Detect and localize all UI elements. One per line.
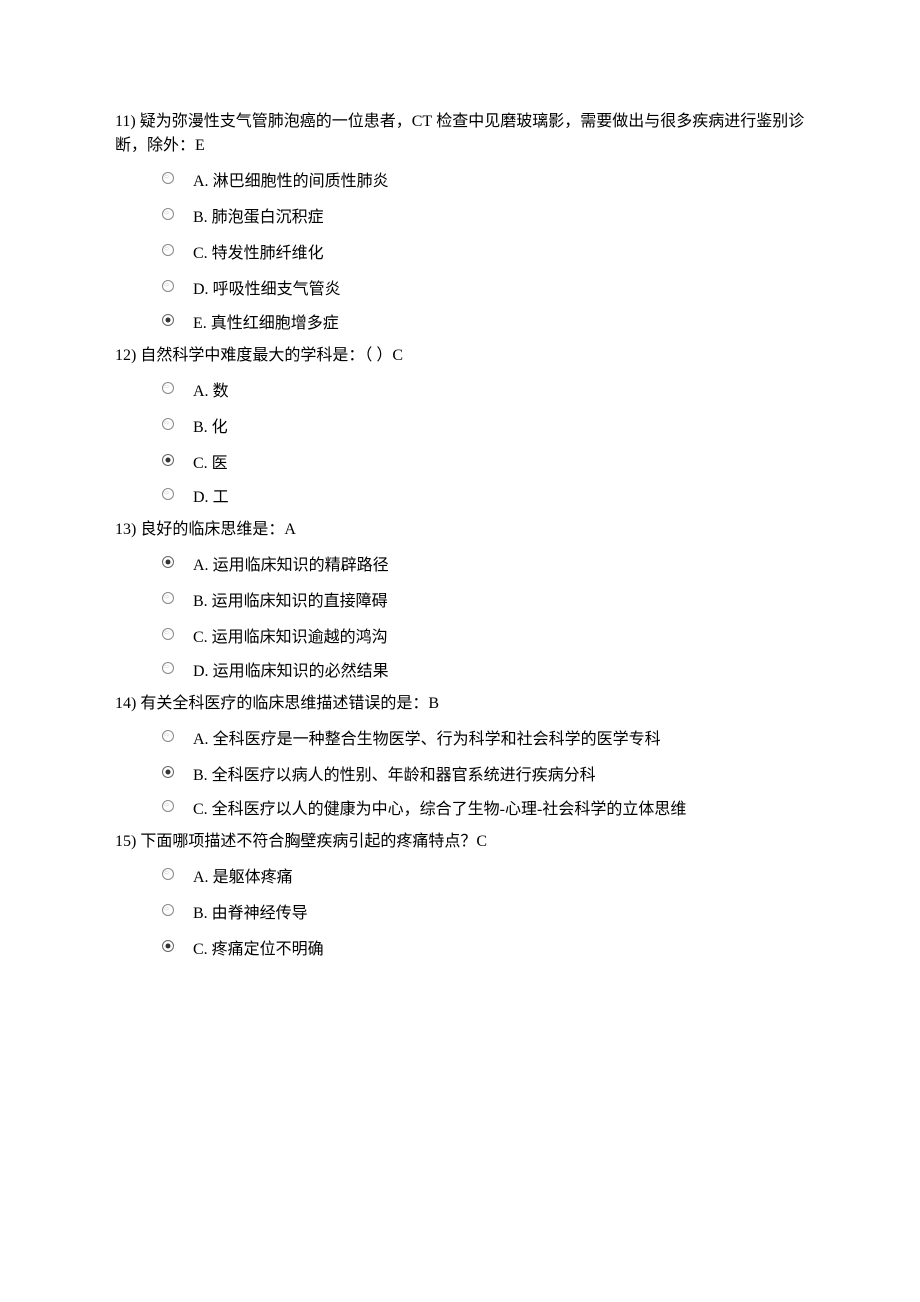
q12-option-b[interactable]: B. 化 <box>115 410 805 446</box>
radio-selected-icon <box>161 765 175 779</box>
q11-option-c[interactable]: C. 特发性肺纤维化 <box>115 236 805 272</box>
question-12: 12) 自然科学中难度最大的学科是：（ ）C A. 数 B. 化 C. 医 D.… <box>115 344 805 514</box>
q13-option-b[interactable]: B. 运用临床知识的直接障碍 <box>115 584 805 620</box>
q11-option-a[interactable]: A. 淋巴细胞性的间质性肺炎 <box>115 164 805 200</box>
q11-option-e[interactable]: E. 真性红细胞增多症 <box>115 308 805 340</box>
q14-answer: B <box>428 695 439 712</box>
q15-number: 15) <box>115 833 136 850</box>
radio-icon <box>161 243 175 257</box>
option-label: E. 真性红细胞增多症 <box>193 312 339 336</box>
radio-icon <box>161 729 175 743</box>
radio-icon <box>161 867 175 881</box>
q12-number: 12) <box>115 347 136 364</box>
option-label: D. 工 <box>193 486 229 510</box>
option-label: B. 化 <box>193 416 228 440</box>
option-label: A. 淋巴细胞性的间质性肺炎 <box>193 170 389 194</box>
q13-option-a[interactable]: A. 运用临床知识的精辟路径 <box>115 548 805 584</box>
question-14: 14) 有关全科医疗的临床思维描述错误的是：B A. 全科医疗是一种整合生物医学… <box>115 692 805 826</box>
q13-option-d[interactable]: D. 运用临床知识的必然结果 <box>115 656 805 688</box>
option-label: C. 全科医疗以人的健康为中心，综合了生物-心理-社会科学的立体思维 <box>193 798 686 822</box>
q11-option-b[interactable]: B. 肺泡蛋白沉积症 <box>115 200 805 236</box>
q12-option-c[interactable]: C. 医 <box>115 446 805 482</box>
radio-selected-icon <box>161 939 175 953</box>
q12-option-d[interactable]: D. 工 <box>115 482 805 514</box>
q12-answer: C <box>392 347 403 364</box>
question-15-text: 15) 下面哪项描述不符合胸壁疾病引起的疼痛特点？C <box>115 830 805 854</box>
q13-number: 13) <box>115 521 136 538</box>
radio-selected-icon <box>161 453 175 467</box>
radio-icon <box>161 207 175 221</box>
question-11: 11) 疑为弥漫性支气管肺泡癌的一位患者，CT 检查中见磨玻璃影，需要做出与很多… <box>115 110 805 340</box>
q11-option-d[interactable]: D. 呼吸性细支气管炎 <box>115 272 805 308</box>
q11-en: CT <box>412 113 432 130</box>
q14-pre: 有关全科医疗的临床思维描述错误的是： <box>140 695 428 712</box>
q11-number: 11) <box>115 113 136 130</box>
option-label: C. 特发性肺纤维化 <box>193 242 324 266</box>
option-label: B. 全科医疗以病人的性别、年龄和器官系统进行疾病分科 <box>193 764 596 788</box>
q11-pre: 疑为弥漫性支气管肺泡癌的一位患者， <box>140 113 412 130</box>
option-label: B. 运用临床知识的直接障碍 <box>193 590 388 614</box>
question-12-text: 12) 自然科学中难度最大的学科是：（ ）C <box>115 344 805 368</box>
radio-icon <box>161 661 175 675</box>
option-label: B. 由脊神经传导 <box>193 902 308 926</box>
option-label: A. 是躯体疼痛 <box>193 866 293 890</box>
radio-icon <box>161 903 175 917</box>
q11-answer: E <box>195 137 205 154</box>
q15-answer: C <box>476 833 487 850</box>
option-label: A. 数 <box>193 380 229 404</box>
radio-icon <box>161 417 175 431</box>
radio-icon <box>161 381 175 395</box>
option-label: C. 疼痛定位不明确 <box>193 938 324 962</box>
q14-option-c[interactable]: C. 全科医疗以人的健康为中心，综合了生物-心理-社会科学的立体思维 <box>115 794 805 826</box>
question-15: 15) 下面哪项描述不符合胸壁疾病引起的疼痛特点？C A. 是躯体疼痛 B. 由… <box>115 830 805 968</box>
radio-selected-icon <box>161 313 175 327</box>
q12-option-a[interactable]: A. 数 <box>115 374 805 410</box>
radio-icon <box>161 171 175 185</box>
question-11-text: 11) 疑为弥漫性支气管肺泡癌的一位患者，CT 检查中见磨玻璃影，需要做出与很多… <box>115 110 805 158</box>
q13-option-c[interactable]: C. 运用临床知识逾越的鸿沟 <box>115 620 805 656</box>
q14-option-a[interactable]: A. 全科医疗是一种整合生物医学、行为科学和社会科学的医学专科 <box>115 722 805 758</box>
q14-option-b[interactable]: B. 全科医疗以病人的性别、年龄和器官系统进行疾病分科 <box>115 758 805 794</box>
option-label: A. 全科医疗是一种整合生物医学、行为科学和社会科学的医学专科 <box>193 728 661 752</box>
question-13: 13) 良好的临床思维是：A A. 运用临床知识的精辟路径 B. 运用临床知识的… <box>115 518 805 688</box>
option-label: D. 呼吸性细支气管炎 <box>193 278 341 302</box>
q15-option-a[interactable]: A. 是躯体疼痛 <box>115 860 805 896</box>
radio-icon <box>161 799 175 813</box>
q15-option-c[interactable]: C. 疼痛定位不明确 <box>115 932 805 968</box>
radio-icon <box>161 487 175 501</box>
q13-answer: A <box>284 521 296 538</box>
question-14-text: 14) 有关全科医疗的临床思维描述错误的是：B <box>115 692 805 716</box>
option-label: C. 医 <box>193 452 228 476</box>
q15-option-b[interactable]: B. 由脊神经传导 <box>115 896 805 932</box>
q15-pre: 下面哪项描述不符合胸壁疾病引起的疼痛特点？ <box>140 833 476 850</box>
q13-pre: 良好的临床思维是： <box>140 521 284 538</box>
option-label: C. 运用临床知识逾越的鸿沟 <box>193 626 388 650</box>
q14-number: 14) <box>115 695 136 712</box>
exam-page: 11) 疑为弥漫性支气管肺泡癌的一位患者，CT 检查中见磨玻璃影，需要做出与很多… <box>0 0 920 1012</box>
radio-icon <box>161 591 175 605</box>
option-label: D. 运用临床知识的必然结果 <box>193 660 389 684</box>
radio-selected-icon <box>161 555 175 569</box>
question-13-text: 13) 良好的临床思维是：A <box>115 518 805 542</box>
option-label: B. 肺泡蛋白沉积症 <box>193 206 324 230</box>
radio-icon <box>161 627 175 641</box>
radio-icon <box>161 279 175 293</box>
q12-pre: 自然科学中难度最大的学科是：（ ） <box>140 347 392 364</box>
option-label: A. 运用临床知识的精辟路径 <box>193 554 389 578</box>
